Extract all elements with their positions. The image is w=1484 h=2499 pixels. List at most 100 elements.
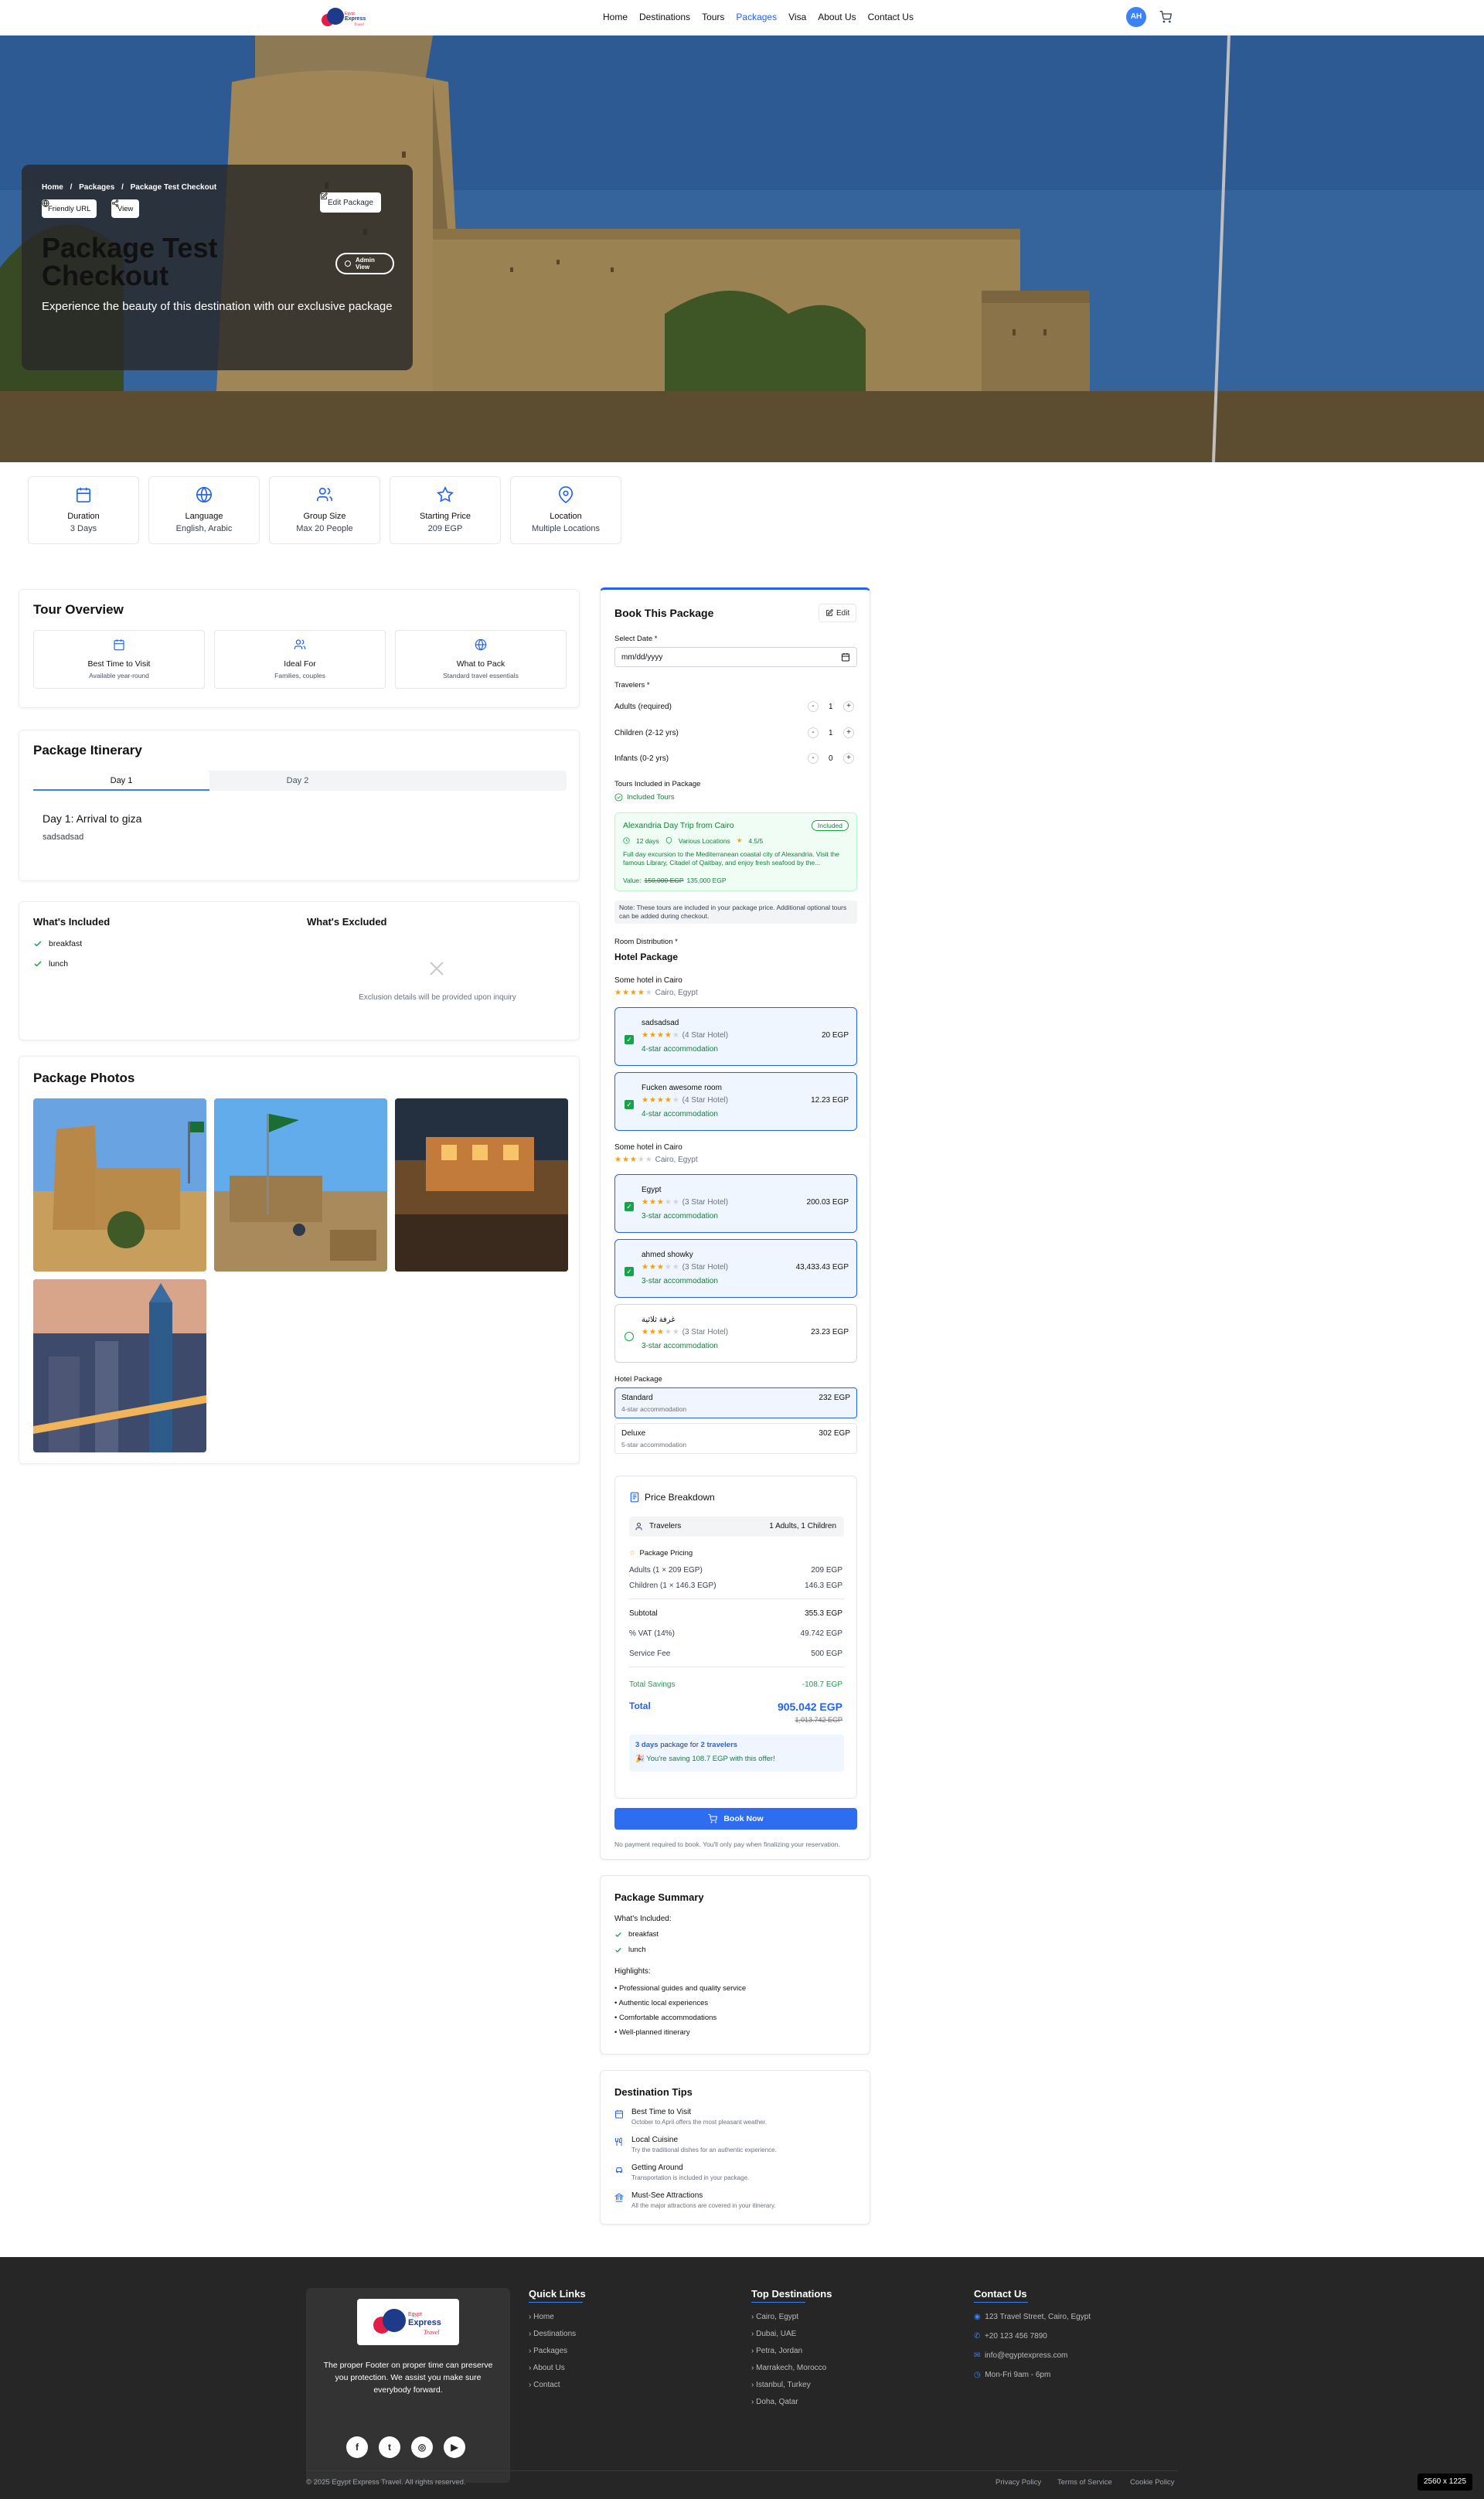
youtube-icon[interactable]: ▶ <box>444 2436 465 2458</box>
photo-night-market[interactable] <box>395 1098 568 1272</box>
booking-title: Book This Package <box>614 607 714 619</box>
footer-logo[interactable]: Egypt Express Travel <box>357 2299 459 2345</box>
package-option-standard[interactable]: Standard 4-star accommodation 232 EGP <box>614 1387 857 1418</box>
photo-flag-ruins[interactable] <box>214 1098 387 1272</box>
brand-logo[interactable]: Egypt Express Travel <box>317 5 368 31</box>
footer-link-about[interactable]: › About Us <box>529 2364 565 2372</box>
users-icon <box>317 487 332 502</box>
mail-icon: ✉ <box>974 2351 981 2360</box>
room-checkbox[interactable]: ✓ <box>625 1202 634 1211</box>
contact-phone[interactable]: ✆ +20 123 456 7890 <box>974 2332 1047 2341</box>
friendly-url-button[interactable]: Friendly URL <box>42 199 97 218</box>
adults-minus-button[interactable]: - <box>808 701 819 712</box>
contact-email[interactable]: ✉ info@egyptexpress.com <box>974 2351 1067 2360</box>
photo-fortress[interactable] <box>33 1098 206 1272</box>
globe-icon <box>475 638 487 651</box>
package-name: Standard <box>621 1394 653 1402</box>
photo-image <box>395 1098 568 1272</box>
divider <box>974 2302 1028 2303</box>
room-option[interactable]: Fucken awesome room ✓ ★★★★★ (4 Star Hote… <box>614 1072 857 1131</box>
infants-plus-button[interactable]: + <box>843 753 854 764</box>
breadcrumb-home[interactable]: Home <box>42 183 63 192</box>
included-item: breakfast <box>33 939 82 948</box>
included-tour-card[interactable]: Alexandria Day Trip from Cairo Included … <box>614 812 857 891</box>
user-avatar[interactable]: AH <box>1126 7 1146 27</box>
twitter-icon[interactable]: t <box>379 2436 400 2458</box>
footer-destination[interactable]: › Petra, Jordan <box>751 2347 802 2355</box>
tour-locations: Various Locations <box>678 836 730 845</box>
tab-day-1[interactable]: Day 1 <box>33 771 209 791</box>
footer-destination[interactable]: › Cairo, Egypt <box>751 2313 798 2321</box>
nav-destinations[interactable]: Destinations <box>639 12 690 22</box>
cookie-link[interactable]: Cookie Policy <box>1130 2478 1175 2487</box>
map-pin-icon <box>558 486 574 504</box>
children-label: Children (2-12 yrs) <box>614 729 679 737</box>
room-checkbox[interactable]: ✓ <box>625 1035 634 1044</box>
tab-day-2[interactable]: Day 2 <box>209 771 386 791</box>
room-checkbox[interactable]: ✓ <box>625 1267 634 1276</box>
terms-link[interactable]: Terms of Service <box>1057 2478 1112 2487</box>
included-title: What's Included <box>33 916 111 928</box>
booking-edit-button[interactable]: Edit <box>819 604 857 622</box>
nav-contact[interactable]: Contact Us <box>868 12 914 22</box>
footer-destination[interactable]: › Istanbul, Turkey <box>751 2381 811 2389</box>
hotel-location: Cairo, Egypt <box>655 1156 698 1164</box>
nav-packages[interactable]: Packages <box>736 12 777 22</box>
footer-link-destinations[interactable]: › Destinations <box>529 2330 576 2338</box>
tour-rating: 4.5/5 <box>748 836 764 845</box>
facebook-icon[interactable]: f <box>346 2436 368 2458</box>
footer-destination[interactable]: › Doha, Qatar <box>751 2398 798 2406</box>
room-checkbox[interactable] <box>625 1332 634 1341</box>
infants-minus-button[interactable]: - <box>808 753 819 764</box>
room-option[interactable]: Egypt ✓ ★★★★★ (3 Star Hotel) 3-star acco… <box>614 1174 857 1233</box>
summary-included-text: lunch <box>628 1946 646 1954</box>
nav-home[interactable]: Home <box>603 12 628 22</box>
summary-title: Package Summary <box>614 1891 704 1903</box>
tour-description: Full day excursion to the Mediterranean … <box>623 850 840 866</box>
calendar-icon[interactable] <box>841 652 850 662</box>
date-label: Select Date * <box>614 635 658 643</box>
room-stars: ★★★★★ (4 Star Hotel) <box>642 1031 729 1040</box>
view-button[interactable]: View <box>111 199 140 218</box>
summary-included-text: breakfast <box>628 1930 659 1939</box>
nav-visa[interactable]: Visa <box>788 12 806 22</box>
room-star-text: (4 Star Hotel) <box>682 1096 729 1105</box>
stat-value: Max 20 People <box>296 524 353 533</box>
photo-city-skyline[interactable] <box>33 1279 206 1452</box>
highlight-item: • Professional guides and quality servic… <box>614 1984 747 1993</box>
nav-about[interactable]: About Us <box>818 12 856 22</box>
instagram-icon[interactable]: ◎ <box>411 2436 433 2458</box>
room-checkbox[interactable]: ✓ <box>625 1100 634 1109</box>
children-minus-button[interactable]: - <box>808 727 819 738</box>
adults-plus-button[interactable]: + <box>843 701 854 712</box>
section-title: Package Photos <box>33 1071 135 1085</box>
overview-box-title: Ideal For <box>284 659 316 669</box>
stat-location: Location Multiple Locations <box>510 476 621 544</box>
savings-value: -108.7 EGP <box>802 1680 842 1689</box>
room-option[interactable]: sadsadsad ✓ ★★★★★ (4 Star Hotel) 4-star … <box>614 1007 857 1066</box>
edit-package-button[interactable]: Edit Package <box>320 192 381 213</box>
brand-logo-mark: Egypt Express Travel <box>373 2309 441 2336</box>
footer-destination[interactable]: › Marrakech, Morocco <box>751 2364 826 2372</box>
admin-view-toggle[interactable]: Admin View <box>335 253 394 274</box>
privacy-link[interactable]: Privacy Policy <box>996 2478 1041 2487</box>
date-input[interactable]: mm/dd/yyyy <box>614 647 857 667</box>
tour-overview-card: Tour Overview Best Time to Visit Availab… <box>19 589 580 708</box>
breadcrumb-packages[interactable]: Packages <box>79 183 114 192</box>
children-plus-button[interactable]: + <box>843 727 854 738</box>
contact-title: Contact Us <box>974 2288 1027 2300</box>
nav-tours[interactable]: Tours <box>702 12 724 22</box>
footer-link-home[interactable]: › Home <box>529 2313 554 2321</box>
book-now-button[interactable]: Book Now <box>614 1808 857 1830</box>
cart-icon[interactable] <box>1159 11 1172 23</box>
footer-destination[interactable]: › Dubai, UAE <box>751 2330 796 2338</box>
room-option[interactable]: غرفة ثلاثية ★★★★★ (3 Star Hotel) 3-star … <box>614 1304 857 1363</box>
footer-link-packages[interactable]: › Packages <box>529 2347 567 2355</box>
included-item: lunch <box>33 959 68 969</box>
package-option-deluxe[interactable]: Deluxe 5-star accommodation 302 EGP <box>614 1423 857 1454</box>
overview-box-sub: Standard travel essentials <box>443 672 519 679</box>
room-option[interactable]: ahmed showky ✓ ★★★★★ (3 Star Hotel) 3-st… <box>614 1239 857 1298</box>
booking-edit-label: Edit <box>836 608 850 618</box>
footer-link-contact[interactable]: › Contact <box>529 2381 560 2389</box>
vat-label: % VAT (14%) <box>629 1629 675 1638</box>
